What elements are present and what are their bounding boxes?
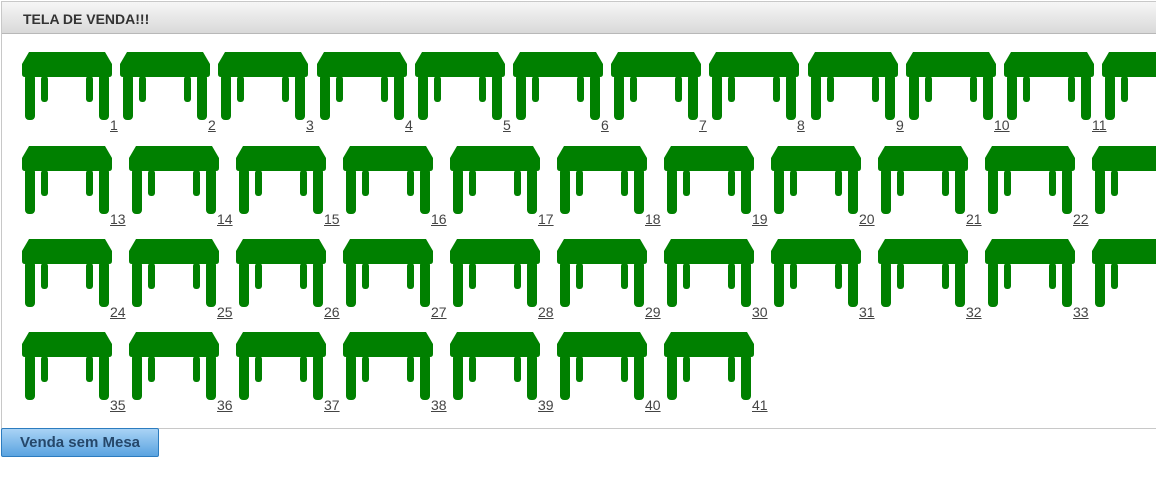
table-cell[interactable]: 3 bbox=[198, 34, 314, 133]
table-cell[interactable]: 24 bbox=[2, 221, 126, 320]
table-number-link[interactable]: 41 bbox=[752, 397, 768, 413]
table-row: 13 14 15 16 17 18 19 20 21 22 bbox=[2, 128, 1156, 227]
table-cell[interactable]: 19 bbox=[644, 128, 768, 227]
table-cell[interactable]: 25 bbox=[109, 221, 233, 320]
table-cell[interactable]: 14 bbox=[109, 128, 233, 227]
table-cell[interactable]: 18 bbox=[537, 128, 661, 227]
table-cell[interactable]: 13 bbox=[2, 128, 126, 227]
table-cell[interactable]: 38 bbox=[323, 314, 447, 413]
table-cell[interactable]: 31 bbox=[751, 221, 875, 320]
table-cell[interactable]: 33 bbox=[965, 221, 1089, 320]
table-cell[interactable]: 8 bbox=[689, 34, 805, 133]
sale-without-table-button[interactable]: Venda sem Mesa bbox=[1, 428, 159, 457]
table-row: 1 2 3 4 5 6 7 8 9 10 11 bbox=[2, 34, 1156, 133]
table-cell[interactable]: 15 bbox=[216, 128, 340, 227]
table-cell[interactable]: 21 bbox=[858, 128, 982, 227]
table-cell[interactable]: 32 bbox=[858, 221, 982, 320]
panel-title: TELA DE VENDA!!! bbox=[23, 11, 150, 27]
table-cell[interactable]: 22 bbox=[965, 128, 1089, 227]
table-cell[interactable] bbox=[1082, 34, 1156, 124]
table-cell[interactable]: 29 bbox=[537, 221, 661, 320]
table-cell[interactable]: 28 bbox=[430, 221, 554, 320]
table-cell[interactable]: 16 bbox=[323, 128, 447, 227]
table-cell[interactable]: 26 bbox=[216, 221, 340, 320]
sales-panel: TELA DE VENDA!!! 1 2 3 4 5 6 7 8 9 10 11 13 14 15 16 17… bbox=[1, 1, 1156, 429]
table-cell[interactable]: 39 bbox=[430, 314, 554, 413]
table-row: 35 36 37 38 39 40 41 bbox=[2, 314, 1156, 413]
panel-header: TELA DE VENDA!!! bbox=[2, 2, 1156, 34]
table-row: 24 25 26 27 28 29 30 31 32 33 bbox=[2, 221, 1156, 320]
table-cell[interactable]: 40 bbox=[537, 314, 661, 413]
tables-grid: 1 2 3 4 5 6 7 8 9 10 11 13 14 15 16 17 18 19 20 21 22 24 25 26 2… bbox=[2, 34, 1156, 428]
table-cell[interactable]: 27 bbox=[323, 221, 447, 320]
table-cell[interactable]: 20 bbox=[751, 128, 875, 227]
table-cell[interactable]: 37 bbox=[216, 314, 340, 413]
table-cell[interactable] bbox=[1072, 221, 1156, 311]
table-cell[interactable]: 35 bbox=[2, 314, 126, 413]
table-cell[interactable] bbox=[1072, 128, 1156, 218]
table-cell[interactable]: 30 bbox=[644, 221, 768, 320]
table-cell[interactable]: 17 bbox=[430, 128, 554, 227]
table-cell[interactable]: 41 bbox=[644, 314, 768, 413]
table-cell[interactable]: 36 bbox=[109, 314, 233, 413]
